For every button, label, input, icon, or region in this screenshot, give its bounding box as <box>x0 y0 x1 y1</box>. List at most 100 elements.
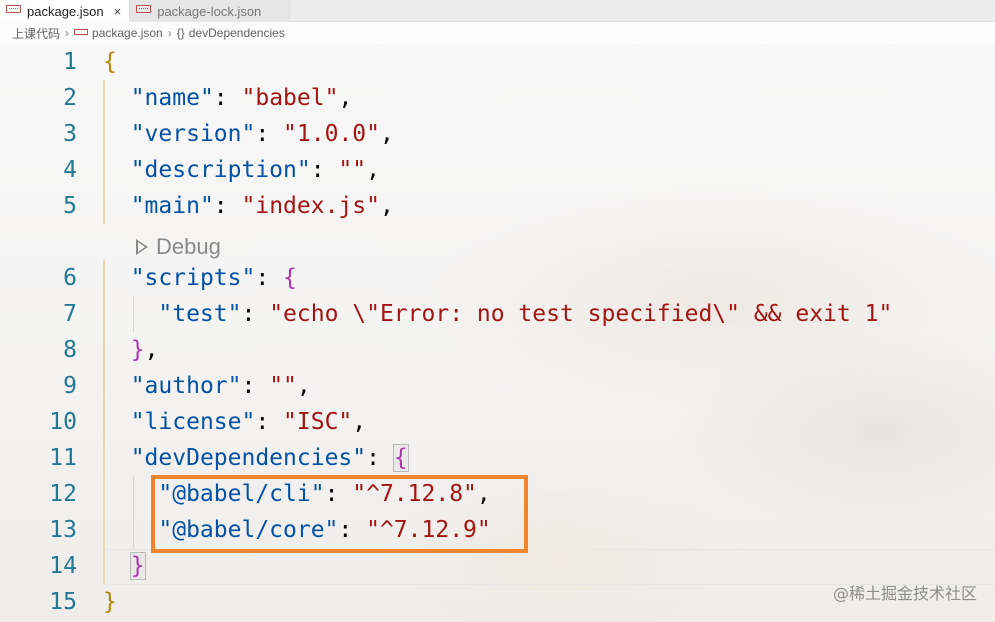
code-token: } <box>103 589 117 615</box>
line-number: 8 <box>63 337 77 363</box>
code-token: : <box>241 373 270 399</box>
breadcrumb-file[interactable]: package.json <box>92 26 163 40</box>
code-token: , <box>476 481 491 507</box>
code-line[interactable]: 10 "license": "ISC", <box>0 404 995 440</box>
close-icon[interactable]: × <box>114 4 122 19</box>
code-line[interactable]: 8 }, <box>0 332 995 368</box>
code-token: "" <box>338 157 367 183</box>
code-token: : <box>255 409 284 435</box>
code-line[interactable]: 6 "scripts": { <box>0 260 995 296</box>
object-symbol-icon: {} <box>176 26 185 40</box>
code-token: "version" <box>130 121 256 147</box>
code-token: : <box>255 121 284 147</box>
line-number: 14 <box>49 553 77 579</box>
breadcrumb-folder[interactable]: 上课代码 <box>12 25 60 42</box>
code-token: : <box>324 481 353 507</box>
line-number: 6 <box>63 265 77 291</box>
code-token: , <box>144 337 159 363</box>
code-text: "@babel/core": "^7.12.9" <box>103 517 491 543</box>
code-line[interactable]: 13 "@babel/core": "^7.12.9" <box>0 512 995 548</box>
code-token: "devDependencies" <box>130 445 367 471</box>
code-text: }, <box>103 337 159 363</box>
code-editor[interactable]: Debug 1{2 "name": "babel", 3 "version": "… <box>0 44 995 622</box>
line-number: 7 <box>63 301 77 327</box>
code-token: "@babel/core" <box>158 517 339 543</box>
play-outline-icon <box>136 239 148 255</box>
line-number: 2 <box>63 85 77 111</box>
code-line[interactable]: 14 } <box>0 548 995 584</box>
code-text: "version": "1.0.0", <box>103 121 394 147</box>
tab-label: package.json <box>27 3 104 19</box>
debug-codelens[interactable]: Debug <box>136 234 221 260</box>
json-file-icon <box>136 5 152 13</box>
tab-package-json[interactable]: package.json × <box>0 0 131 22</box>
code-line[interactable]: 7 "test": "echo \"Error: no test specifi… <box>0 296 995 332</box>
code-token: "ISC" <box>283 409 353 435</box>
line-number: 4 <box>63 157 77 183</box>
code-token: : <box>241 301 270 327</box>
tab-label: package-lock.json <box>157 3 262 19</box>
code-line[interactable]: 12 "@babel/cli": "^7.12.8", <box>0 476 995 512</box>
code-token: "license" <box>130 409 256 435</box>
code-text: "main": "index.js", <box>103 193 394 219</box>
code-line[interactable]: 2 "name": "babel", <box>0 80 995 116</box>
code-token: "name" <box>130 85 214 111</box>
code-token: "author" <box>130 373 242 399</box>
code-text: "devDependencies": { <box>103 444 409 472</box>
breadcrumb: 上课代码 › package.json › {} devDependencies <box>0 22 995 44</box>
code-text: "name": "babel", <box>103 85 353 111</box>
line-number: 15 <box>49 589 77 615</box>
code-token: "test" <box>158 301 242 327</box>
tab-package-lock-json[interactable]: package-lock.json <box>130 0 291 22</box>
line-number: 1 <box>63 49 77 75</box>
code-line[interactable]: 11 "devDependencies": { <box>0 440 995 476</box>
code-token: } <box>130 337 145 363</box>
code-token: "main" <box>130 193 214 219</box>
code-text: { <box>103 49 117 75</box>
code-token: , <box>352 409 367 435</box>
code-token: "echo \"Error: no test specified\" && ex… <box>269 301 893 327</box>
code-token: , <box>366 157 380 183</box>
line-number: 5 <box>63 193 77 219</box>
line-number: 12 <box>49 481 77 507</box>
line-number: 10 <box>49 409 77 435</box>
code-token: : <box>213 85 242 111</box>
code-token: : <box>366 445 394 471</box>
code-text: } <box>103 589 117 615</box>
code-token: { <box>392 444 409 472</box>
code-line[interactable]: 3 "version": "1.0.0", <box>0 116 995 152</box>
code-line[interactable]: 9 "author": "", <box>0 368 995 404</box>
breadcrumb-symbol[interactable]: devDependencies <box>189 26 285 40</box>
code-text: "author": "", <box>103 373 311 399</box>
line-number: 9 <box>63 373 77 399</box>
code-line[interactable]: 1{ <box>0 44 995 80</box>
code-token: "" <box>269 373 297 399</box>
code-token: , <box>338 85 353 111</box>
code-token: , <box>379 121 394 147</box>
code-token: "^7.12.9" <box>366 517 491 543</box>
code-token: : <box>213 193 242 219</box>
line-number: 3 <box>63 121 77 147</box>
code-text: "description": "", <box>103 157 380 183</box>
code-text: "test": "echo \"Error: no test specified… <box>103 301 892 327</box>
code-line[interactable]: 5 "main": "index.js", <box>0 188 995 224</box>
line-number: 13 <box>49 517 77 543</box>
code-line[interactable]: 4 "description": "", <box>0 152 995 188</box>
code-token: { <box>283 265 297 291</box>
line-number: 11 <box>49 445 77 471</box>
code-token: "babel" <box>241 85 339 111</box>
code-token: "index.js" <box>241 193 380 219</box>
